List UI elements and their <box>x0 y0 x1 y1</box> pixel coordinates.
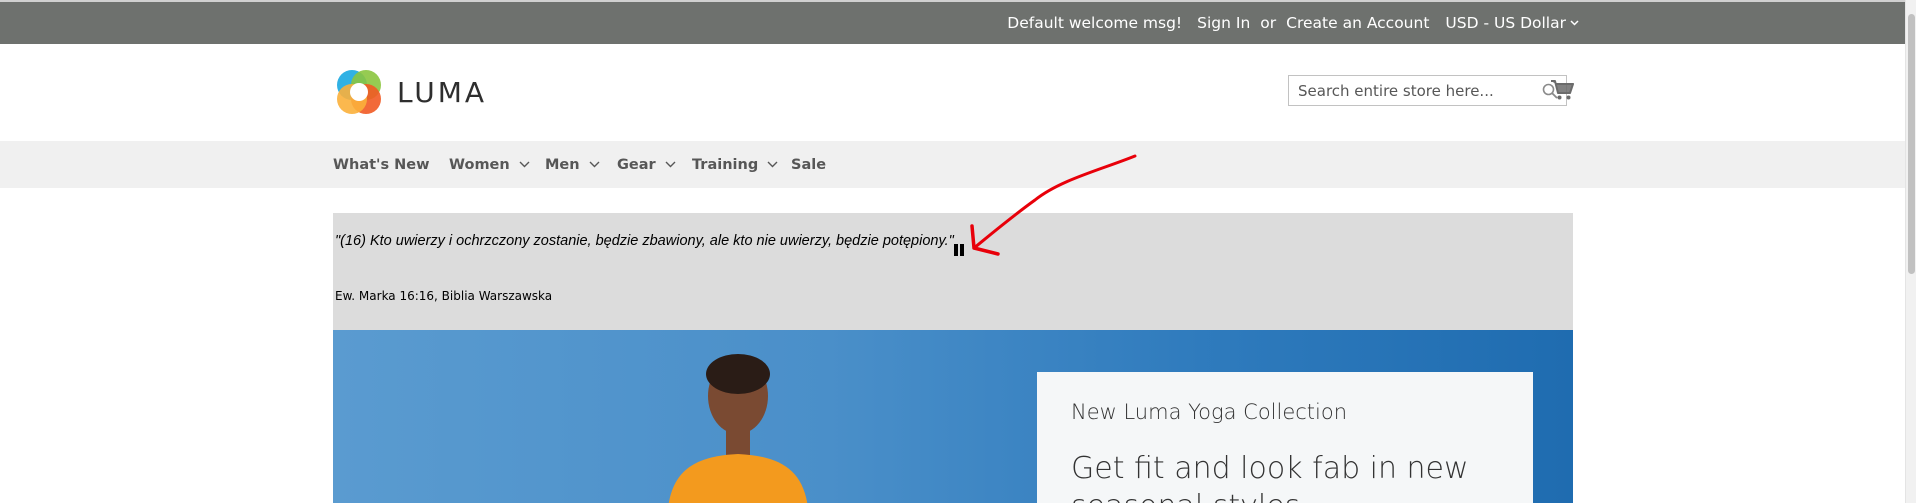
scrollbar-thumb[interactable] <box>1908 14 1915 274</box>
chevron-down-icon <box>1570 20 1579 26</box>
quote-banner: "(16) Kto uwierzy i ochrzczony zostanie,… <box>333 213 1573 330</box>
chevron-down-icon <box>767 161 778 168</box>
welcome-message: Default welcome msg! <box>1007 14 1183 32</box>
main-navigation: What's New Women Men Gear Training Sale <box>0 141 1905 188</box>
cart-icon[interactable] <box>1550 79 1574 101</box>
currency-switcher[interactable]: USD - US Dollar <box>1445 14 1579 32</box>
luma-logo-icon <box>337 70 381 114</box>
nav-item-training[interactable]: Training <box>692 141 778 188</box>
nav-item-label: Training <box>692 156 759 173</box>
nav-item-label: Women <box>449 156 510 173</box>
hero-kicker: New Luma Yoga Collection <box>1071 400 1348 424</box>
nav-item-label: Men <box>545 156 580 173</box>
quote-reference: Ew. Marka 16:16, Biblia Warszawska <box>335 289 553 303</box>
nav-item-whats-new[interactable]: What's New <box>333 141 430 188</box>
quote-text: "(16) Kto uwierzy i ochrzczony zostanie,… <box>335 233 954 249</box>
or-separator: or <box>1260 14 1277 32</box>
nav-item-label: Sale <box>791 156 827 173</box>
page-scrollbar[interactable] <box>1905 0 1916 503</box>
search-placeholder: Search entire store here... <box>1298 82 1494 100</box>
nav-item-label: What's New <box>333 156 430 173</box>
nav-item-gear[interactable]: Gear <box>617 141 676 188</box>
create-account-link[interactable]: Create an Account <box>1286 14 1429 32</box>
sign-in-link[interactable]: Sign In <box>1197 14 1250 32</box>
page: Default welcome msg! Sign In or Create a… <box>0 0 1916 503</box>
nav-item-women[interactable]: Women <box>449 141 530 188</box>
nav-item-men[interactable]: Men <box>545 141 600 188</box>
hero-title: Get fit and look fab in new seasonal sty… <box>1071 451 1469 503</box>
hero-banner[interactable]: New Luma Yoga Collection Get fit and loo… <box>333 330 1573 503</box>
chevron-down-icon <box>589 161 600 168</box>
chevron-down-icon <box>519 161 530 168</box>
header-panel: Default welcome msg! Sign In or Create a… <box>0 0 1916 44</box>
store-logo[interactable]: LUMA <box>333 66 487 118</box>
hero-card: New Luma Yoga Collection Get fit and loo… <box>1037 372 1533 503</box>
chevron-down-icon <box>665 161 676 168</box>
header-links: Default welcome msg! Sign In or Create a… <box>1007 2 1579 44</box>
nav-item-sale[interactable]: Sale <box>791 141 826 188</box>
nav-item-label: Gear <box>617 156 656 173</box>
hero-model-image <box>668 354 808 503</box>
search-input[interactable]: Search entire store here... <box>1288 75 1567 106</box>
logo-text: LUMA <box>397 75 488 109</box>
pause-icon[interactable] <box>954 244 964 256</box>
currency-label: USD - US Dollar <box>1445 14 1566 32</box>
